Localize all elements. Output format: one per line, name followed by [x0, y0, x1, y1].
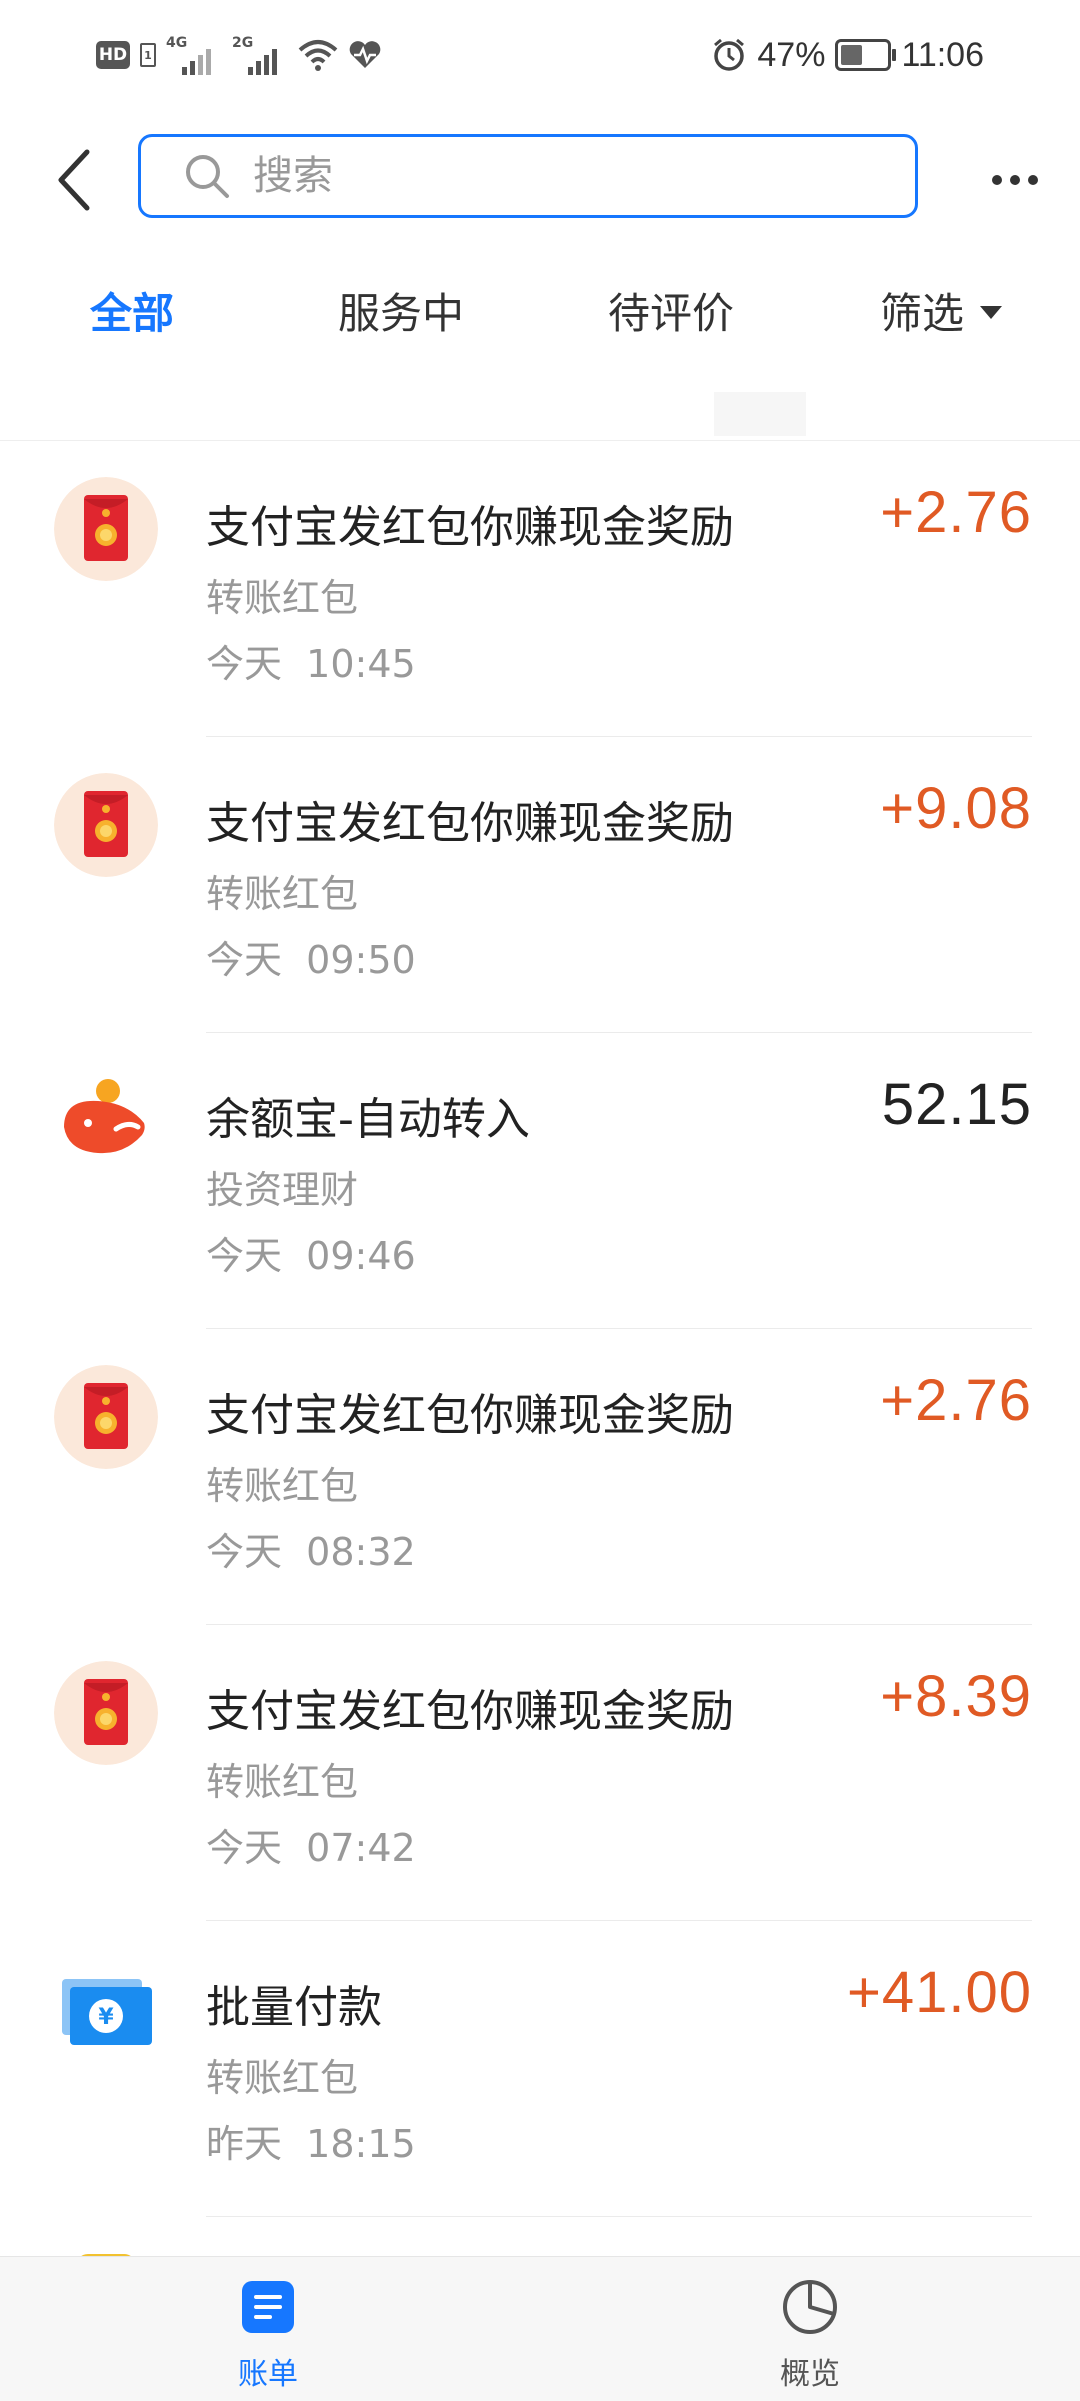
- yuebao-icon: [54, 1069, 158, 1173]
- section-placeholder: [714, 392, 806, 436]
- red-envelope-icon: [54, 773, 158, 877]
- red-envelope-icon: [54, 1661, 158, 1765]
- search-icon: [177, 146, 237, 206]
- transaction-amount: +8.39: [880, 1664, 1032, 1729]
- nav-bill-label: 账单: [238, 2357, 298, 2392]
- transaction-amount: +9.08: [880, 776, 1032, 841]
- battery-icon: [835, 39, 897, 71]
- sim-icon: 1: [140, 43, 156, 67]
- red-envelope-icon: [54, 477, 158, 581]
- bottom-nav: 账单 概览: [0, 2256, 1080, 2401]
- row-divider: [206, 2216, 1032, 2217]
- transaction-time: 今天 09:46: [206, 1234, 416, 1278]
- transaction-category: 转账红包: [206, 2056, 359, 2100]
- transaction-category: 转账红包: [206, 1760, 359, 1804]
- transaction-category: 转账红包: [206, 1464, 359, 1508]
- transaction-time: 今天 09:50: [206, 938, 416, 982]
- transaction-category: 转账红包: [206, 872, 359, 916]
- transaction-title: 支付宝发红包你赚现金奖励: [206, 1390, 734, 1441]
- batch-payment-icon: ¥: [54, 1957, 158, 2061]
- alarm-icon: [714, 38, 745, 71]
- transaction-time: 昨天 18:15: [206, 2122, 416, 2166]
- more-options-button[interactable]: [980, 160, 1050, 200]
- transaction-title: 支付宝发红包你赚现金奖励: [206, 1686, 734, 1737]
- transaction-amount: +2.76: [880, 1368, 1032, 1433]
- transaction-time: 今天 10:45: [206, 642, 416, 686]
- bill-icon: [238, 2277, 298, 2337]
- transaction-row[interactable]: 余额宝-自动转入 投资理财 今天 09:46 52.15: [0, 1033, 1080, 1329]
- transaction-row[interactable]: 支付宝发红包你赚现金奖励 转账红包 今天 08:32 +2.76: [0, 1329, 1080, 1625]
- hd-icon: HD: [96, 41, 130, 69]
- transaction-row[interactable]: 支付宝发红包你赚现金奖励 转账红包 今天 09:50 +9.08: [0, 737, 1080, 1033]
- nav-bill[interactable]: 账单: [158, 2257, 378, 2401]
- signal-icon: 4G: [166, 35, 222, 75]
- tab-in-service[interactable]: 服务中: [338, 280, 464, 360]
- transaction-row[interactable]: ¥ 批量付款 转账红包 昨天 18:15 +41.00: [0, 1921, 1080, 2217]
- nav-overview-label: 概览: [780, 2357, 840, 2392]
- top-bar: [0, 120, 1080, 240]
- clock: 11:06: [901, 35, 984, 74]
- transaction-amount: 52.15: [881, 1072, 1032, 1137]
- pie-chart-icon: [780, 2277, 840, 2337]
- transaction-category: 转账红包: [206, 576, 359, 620]
- battery-level: [841, 45, 863, 65]
- nav-overview[interactable]: 概览: [700, 2257, 920, 2401]
- transaction-row[interactable]: 支付宝发红包你赚现金奖励 转账红包 今天 07:42 +8.39: [0, 1625, 1080, 1921]
- svg-text:¥: ¥: [98, 2005, 114, 2030]
- chevron-left-icon: [58, 149, 90, 211]
- filter-label: 筛选: [880, 289, 965, 338]
- transaction-title: 支付宝发红包你赚现金奖励: [206, 502, 734, 553]
- tab-pending-review[interactable]: 待评价: [608, 280, 734, 360]
- search-box[interactable]: [138, 134, 918, 218]
- tab-all[interactable]: 全部: [90, 280, 174, 360]
- transaction-amount: +2.76: [880, 480, 1032, 545]
- signal-icon-2: 2G: [232, 35, 288, 75]
- month-header-strip: [0, 390, 1080, 441]
- red-envelope-icon: [54, 1365, 158, 1469]
- status-left: HD 1 4G 2G: [96, 32, 382, 78]
- heart-monitor-icon: [349, 41, 381, 68]
- transaction-title: 支付宝发红包你赚现金奖励: [206, 798, 734, 849]
- transaction-title: 批量付款: [206, 1982, 382, 2033]
- transaction-row[interactable]: 支付宝发红包你赚现金奖励 转账红包 今天 10:45 +2.76: [0, 441, 1080, 737]
- transaction-amount: +41.00: [846, 1960, 1032, 2025]
- more-dots-icon: [992, 175, 1002, 185]
- transaction-title: 余额宝-自动转入: [206, 1094, 530, 1145]
- filter-tabs: 全部 服务中 待评价 筛选: [0, 280, 1080, 360]
- tab-filter[interactable]: 筛选: [880, 280, 1003, 360]
- status-right: 47% 11:06: [711, 32, 984, 78]
- transaction-category: 投资理财: [206, 1168, 359, 1212]
- search-input[interactable]: [251, 152, 855, 200]
- battery-percent: 47%: [757, 35, 826, 74]
- transaction-time: 今天 07:42: [206, 1826, 416, 1870]
- back-button[interactable]: [40, 140, 110, 220]
- caret-down-icon: [980, 306, 1003, 319]
- status-bar: HD 1 4G 2G 47% 11:06: [0, 0, 1080, 110]
- wifi-icon: [298, 40, 338, 71]
- transaction-time: 今天 08:32: [206, 1530, 416, 1574]
